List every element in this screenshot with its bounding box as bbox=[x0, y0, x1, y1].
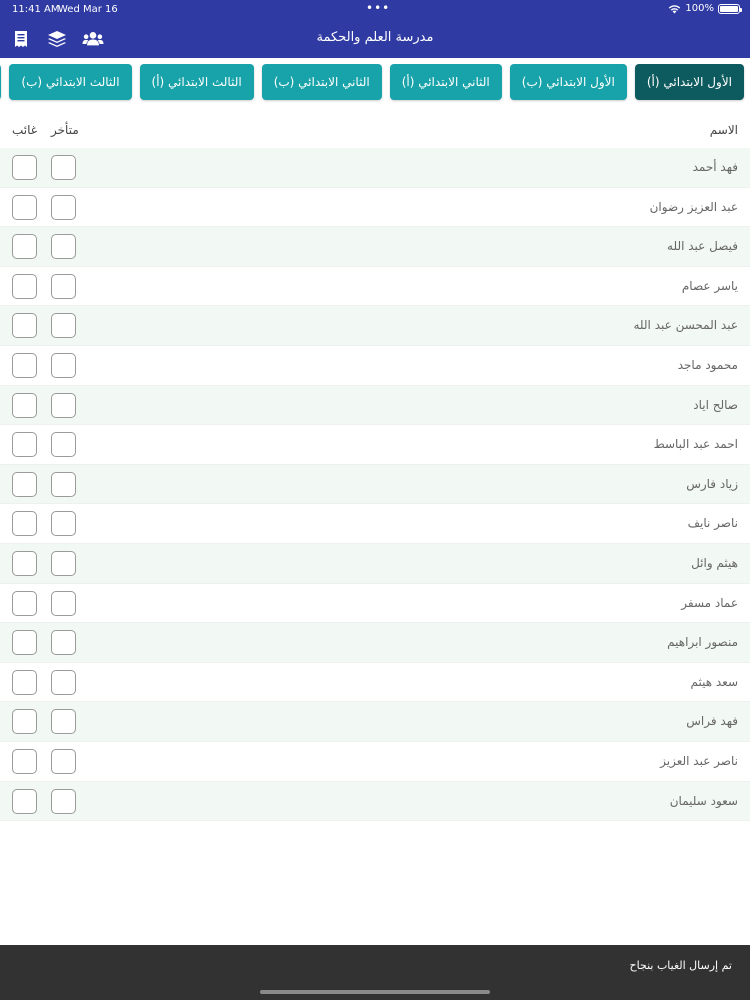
student-row: زياد فارس bbox=[0, 464, 750, 505]
student-row: ناصر عبد العزيز bbox=[0, 742, 750, 782]
late-checkbox[interactable] bbox=[51, 194, 76, 220]
home-indicator[interactable] bbox=[260, 990, 490, 994]
late-checkbox[interactable] bbox=[51, 273, 76, 299]
late-checkbox[interactable] bbox=[51, 630, 76, 656]
class-tab-overflow[interactable] bbox=[0, 64, 2, 100]
student-row: ناصر نايف bbox=[0, 504, 750, 544]
absent-checkbox[interactable] bbox=[12, 194, 37, 220]
student-name: ياسر عصام bbox=[681, 278, 738, 293]
student-row: محمود ماجد bbox=[0, 346, 750, 386]
multitask-dots[interactable]: ••• bbox=[366, 1, 390, 15]
absent-checkbox[interactable] bbox=[12, 788, 37, 814]
student-name: فيصل عبد الله bbox=[667, 239, 738, 254]
late-checkbox[interactable] bbox=[51, 669, 76, 695]
student-row: فهد أحمد bbox=[0, 148, 750, 188]
student-row: عبد العزيز رضوان bbox=[0, 188, 750, 228]
absent-checkbox[interactable] bbox=[12, 709, 37, 735]
late-checkbox[interactable] bbox=[51, 748, 76, 774]
absent-checkbox[interactable] bbox=[12, 550, 37, 576]
student-name: منصور ابراهيم bbox=[667, 635, 738, 650]
late-checkbox[interactable] bbox=[51, 471, 76, 497]
absent-checkbox[interactable] bbox=[12, 748, 37, 774]
class-tab[interactable]: الثاني الابتدائي (ب) bbox=[261, 64, 382, 100]
column-name-header: الاسم bbox=[709, 123, 738, 137]
snackbar-message: تم إرسال الغياب بنجاح bbox=[629, 959, 732, 972]
status-right: 100% bbox=[668, 3, 742, 14]
column-absent-header: غائب bbox=[12, 123, 38, 137]
column-header: الاسم متأخر غائب bbox=[0, 118, 750, 144]
absent-checkbox[interactable] bbox=[12, 471, 37, 497]
absent-checkbox[interactable] bbox=[12, 392, 37, 418]
absent-checkbox[interactable] bbox=[12, 669, 37, 695]
class-tabs: الأول الابتدائي (أ) الأول الابتدائي (ب) ال… bbox=[0, 64, 750, 104]
class-tab[interactable]: الأول الابتدائي (ب) bbox=[509, 64, 627, 100]
absent-checkbox[interactable] bbox=[12, 313, 37, 339]
student-name: سعود سليمان bbox=[669, 793, 738, 808]
late-checkbox[interactable] bbox=[51, 709, 76, 735]
student-row: صالح اياد bbox=[0, 385, 750, 426]
absent-checkbox[interactable] bbox=[12, 630, 37, 656]
student-row: فيصل عبد الله bbox=[0, 227, 750, 267]
student-row: سعود سليمان bbox=[0, 781, 750, 822]
student-row: فهد فراس bbox=[0, 702, 750, 742]
student-name: ناصر عبد العزيز bbox=[660, 753, 738, 768]
absent-checkbox[interactable] bbox=[12, 273, 37, 299]
student-name: صالح اياد bbox=[693, 397, 738, 412]
student-name: ناصر نايف bbox=[687, 516, 738, 531]
absent-checkbox[interactable] bbox=[12, 511, 37, 537]
student-row: ياسر عصام bbox=[0, 267, 750, 307]
student-row: هيثم وائل bbox=[0, 543, 750, 584]
student-row: منصور ابراهيم bbox=[0, 623, 750, 663]
page-title: مدرسة العلم والحكمة bbox=[316, 30, 434, 45]
student-name: عبد العزيز رضوان bbox=[649, 199, 738, 214]
column-late-header: متأخر bbox=[51, 123, 79, 137]
student-name: سعد هيثم bbox=[690, 674, 738, 689]
student-name: محمود ماجد bbox=[677, 357, 738, 372]
status-bar: 11:41 AM Wed Mar 16 ••• 100% bbox=[0, 0, 750, 20]
student-row: احمد عبد الباسط bbox=[0, 425, 750, 465]
late-checkbox[interactable] bbox=[51, 432, 76, 458]
absent-checkbox[interactable] bbox=[12, 590, 37, 616]
late-checkbox[interactable] bbox=[51, 788, 76, 814]
battery-icon bbox=[718, 3, 742, 14]
class-tab[interactable]: الثالث الابتدائي (أ) bbox=[139, 64, 254, 100]
absent-checkbox[interactable] bbox=[12, 234, 37, 260]
top-nav-bar: مدرسة العلم والحكمة bbox=[0, 20, 750, 58]
absent-checkbox[interactable] bbox=[12, 432, 37, 458]
student-name: فهد أحمد bbox=[692, 160, 738, 174]
student-row: سعد هيثم bbox=[0, 663, 750, 703]
late-checkbox[interactable] bbox=[51, 313, 76, 339]
class-tab[interactable]: الأول الابتدائي (أ) bbox=[634, 64, 744, 100]
wifi-icon bbox=[669, 4, 681, 13]
student-name: زياد فارس bbox=[686, 476, 738, 491]
student-name: هيثم وائل bbox=[691, 555, 738, 570]
late-checkbox[interactable] bbox=[51, 550, 76, 576]
battery-percent: 100% bbox=[685, 3, 714, 14]
student-name: احمد عبد الباسط bbox=[653, 437, 738, 452]
class-tab[interactable]: الثاني الابتدائي (أ) bbox=[389, 64, 502, 100]
late-checkbox[interactable] bbox=[51, 590, 76, 616]
status-time: 11:41 AM bbox=[12, 4, 60, 15]
late-checkbox[interactable] bbox=[51, 155, 76, 180]
student-row: عبد المحسن عبد الله bbox=[0, 306, 750, 346]
late-checkbox[interactable] bbox=[51, 234, 76, 260]
student-name: عماد مسفر bbox=[681, 595, 738, 610]
absent-checkbox[interactable] bbox=[12, 352, 37, 378]
late-checkbox[interactable] bbox=[51, 392, 76, 418]
student-name: عبد المحسن عبد الله bbox=[633, 318, 738, 333]
status-date: Wed Mar 16 bbox=[58, 4, 118, 15]
absent-checkbox[interactable] bbox=[12, 155, 37, 180]
student-row: عماد مسفر bbox=[0, 584, 750, 624]
class-tab[interactable]: الثالث الابتدائي (ب) bbox=[9, 64, 132, 100]
student-list: فهد أحمد عبد العزيز رضوان فيصل عبد الله ياس… bbox=[0, 148, 750, 822]
student-name: فهد فراس bbox=[686, 714, 738, 729]
late-checkbox[interactable] bbox=[51, 511, 76, 537]
late-checkbox[interactable] bbox=[51, 352, 76, 378]
